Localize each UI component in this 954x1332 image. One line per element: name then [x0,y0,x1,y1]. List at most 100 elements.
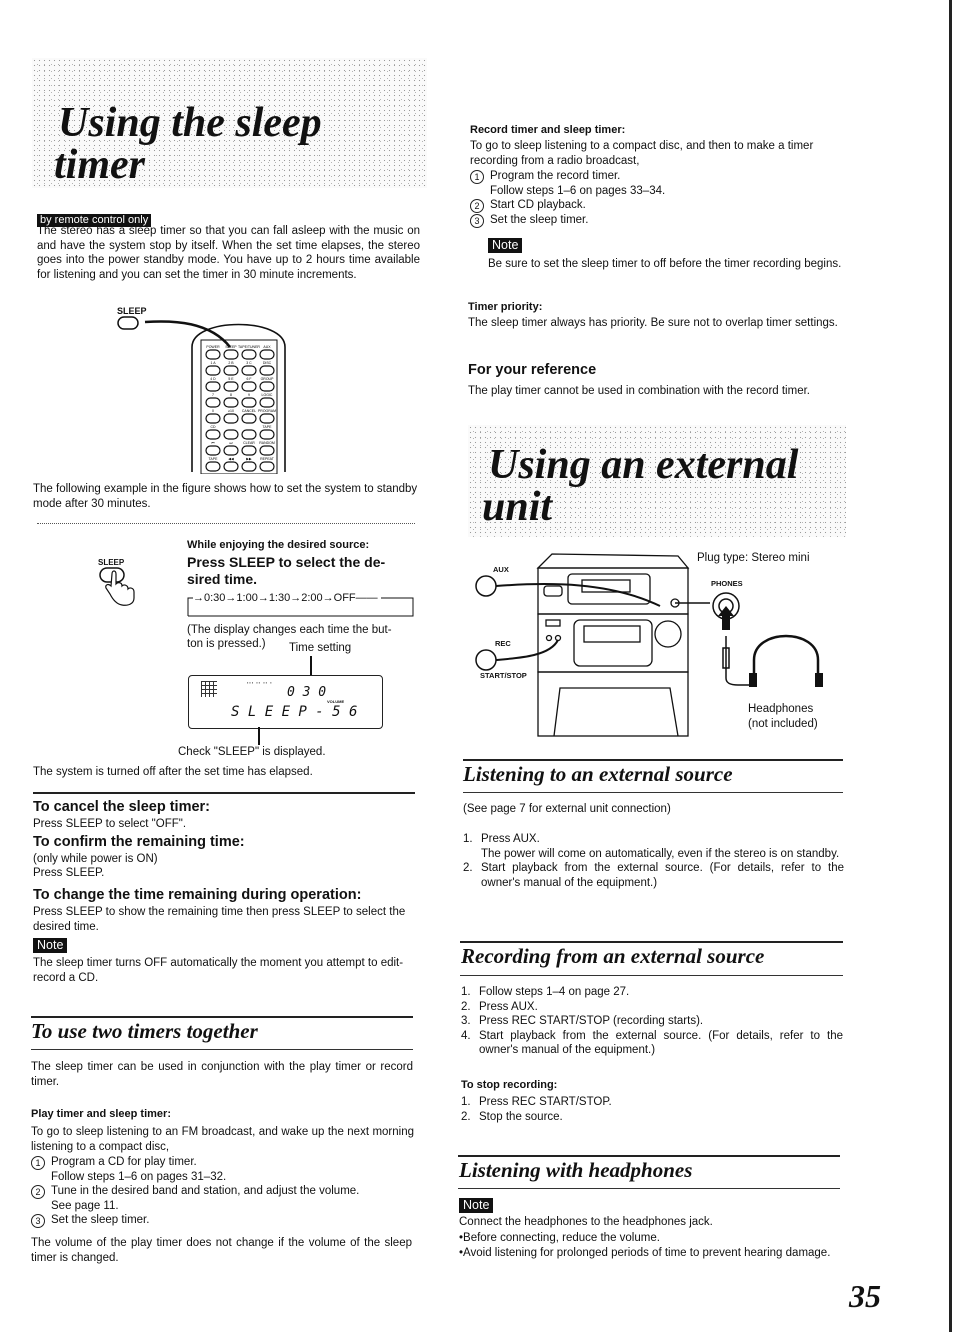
recording-title: Recording from an external source [461,944,765,968]
dotted-divider [37,523,415,524]
list-number: 2. [461,1000,471,1013]
step-number-icon: 2 [470,199,484,214]
remote-button [205,413,221,424]
list-item: 1. Press REC START/STOP. [461,1095,843,1110]
remote-button-label: SLEEP [225,345,237,349]
bullet-item: •Before connecting, reduce the volume. [459,1232,660,1244]
hand-press-icon [99,567,135,606]
title-external-line2: unit [482,484,553,530]
play-heading: Play timer and sleep timer: [31,1108,171,1120]
confirm-text-2: Press SLEEP. [33,867,105,879]
remote-button [223,429,239,440]
play-steps: 1 Program a CD for play timer. Follow step… [31,1155,416,1229]
record-text: To go to sleep listening to a compact di… [470,140,814,167]
numbered-list: 1. Press REC START/STOP. 2. Stop the source… [461,1095,843,1124]
plug [722,636,730,669]
two-timers-intro: The sleep timer can be used in conjuncti… [31,1061,413,1088]
remote-button-label: POWER [206,345,220,349]
stop-recording-steps: 1. Press REC START/STOP. 2. Stop the source… [461,1095,843,1124]
list-number: 1. [463,833,473,845]
display-note-line2: ton is pressed.) [187,638,266,650]
headphones-title: Listening with headphones [459,1158,693,1182]
list-text: Press AUX. [479,1000,538,1013]
stop-recording-heading: To stop recording: [461,1079,558,1091]
lcd-display: ▪▪▪ ▪▪ ▪▪ ▪ 0 3 0 VOLUME S L E E P - 5 6 [188,675,383,729]
step-subtext: Follow steps 1–6 on pages 31–32. [51,1170,227,1183]
remote-button [241,365,257,376]
title-sleep-line1: Using the sleep [58,100,322,146]
step-item: 2 Start CD playback. [470,198,855,214]
list-text: Start playback from the external source.… [481,862,844,889]
remote-button-label: 7 [212,393,214,397]
sequence-text: →0:30→1:00→1:30→2:00→OFF—— [193,592,381,604]
sleep-time-sequence: →0:30→1:00→1:30→2:00→OFF—— [187,592,417,618]
remote-button [259,461,275,472]
headphones-bottom-rule [458,1188,840,1189]
remote-button [259,381,275,392]
headphones-bullets: •Before connecting, reduce the volume. •A… [459,1231,841,1260]
change-heading: To change the time remaining during oper… [33,887,362,903]
step-item: 3 Set the sleep timer. [31,1213,416,1229]
check-label: Check "SLEEP" is displayed. [178,746,326,758]
remote-button-label: PROGRAM [258,409,276,413]
lcd-grid-icon [201,681,217,697]
list-text: Press REC START/STOP. [479,1096,612,1108]
step-text: Set the sleep timer. [490,213,589,226]
title-external-line1: Using an external [488,442,799,488]
aux-button [475,575,497,597]
step-item: 1 Program the record timer. [470,169,855,184]
change-text: Press SLEEP to show the remaining time t… [33,906,406,933]
confirm-heading: To confirm the remaining time: [33,834,245,850]
remote-button-label: CD [210,425,216,429]
remote-button [241,397,257,408]
note-badge: Note [33,938,68,953]
list-subtext: The power will come on automatically, ev… [481,847,840,860]
list-number: 1. [461,1096,471,1108]
remote-button-label: 6 F [246,377,251,381]
remote-button-label: ▶▶ [246,457,253,461]
step-text: Program a CD for play timer. [51,1156,197,1168]
remote-button-label: AUX [263,345,271,349]
headphones-text: Connect the headphones to the headphones… [459,1216,713,1228]
remote-button-label: ⏮ [211,441,214,445]
remote-button [205,349,221,360]
step-number-icon: 1 [470,170,484,184]
remote-button [241,349,257,360]
remote-button [205,381,221,392]
list-number: 2. [463,862,473,875]
list-item: 2. Start playback from the external sourc… [463,861,844,890]
remote-button-label: 3 C [246,361,252,365]
bullet-item: •Avoid listening for prolonged periods o… [459,1246,831,1259]
list-item: 1. Follow steps 1–4 on page 27. [461,985,843,1000]
list-text: Press REC START/STOP (recording starts). [479,1015,704,1028]
remote-button-label: RANDOM [259,441,275,445]
remote-button-label: 5 E [228,377,234,381]
note-text: The sleep timer turns OFF automatically … [33,957,404,984]
remote-button-label: TAPE/TUNER [238,345,260,349]
rec-label: REC [495,639,511,648]
remote-button [223,381,239,392]
remote-button [205,365,221,376]
numbered-list: 1. Follow steps 1–4 on page 27. 2. Press AU… [461,985,843,1058]
stereo-unit [536,553,690,737]
remote-button-label: LOGIC [262,393,273,397]
step-instruction-line1: Press SLEEP to select the de- [187,554,386,570]
start-stop-label: START/STOP [480,671,527,680]
list-text: Follow steps 1–4 on page 27. [479,986,630,998]
step-item: 2 Tune in the desired band and station, a… [31,1184,416,1200]
lcd-time: 0 3 0 [287,685,327,700]
list-number: 2. [461,1110,471,1123]
remote-button [223,349,239,360]
rec-button [475,649,497,671]
remote-button-label: 9 [248,393,250,397]
remote-button [241,381,257,392]
example-text: The following example in the figure show… [33,483,418,510]
remote-button [259,365,275,376]
remote-button [241,429,257,440]
priority-text: The sleep timer always has priority. Be … [468,317,838,329]
remote-button-label: TAPE [263,425,273,429]
step-item: 3 Set the sleep timer. [470,213,855,228]
remote-button-label: CLEAR [243,441,255,445]
remote-button [223,397,239,408]
list-number: 4. [461,1029,471,1042]
